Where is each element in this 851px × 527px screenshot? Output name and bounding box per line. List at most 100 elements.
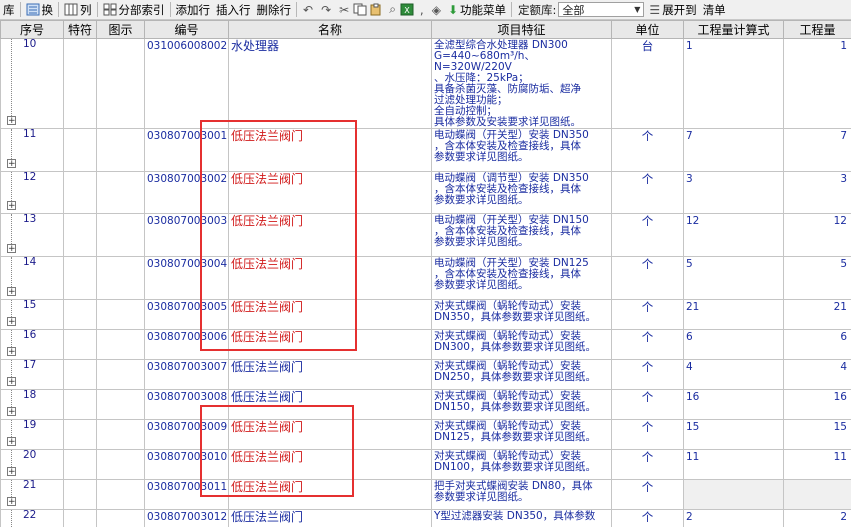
cell-unit[interactable]: 个 (611, 479, 684, 510)
cell-quantity[interactable]: 11 (783, 449, 851, 480)
cut-icon[interactable]: ✂ (335, 3, 353, 17)
insert-row-button[interactable]: 插入行 (213, 0, 254, 19)
cell-features[interactable]: 对夹式蝶阀（蜗轮传动式）安装 DN125，具体参数要求详见图纸。 (431, 419, 612, 450)
cell-code[interactable]: 030807003001 (144, 128, 229, 172)
col-name[interactable]: 名称 (228, 20, 432, 39)
add-row-button[interactable]: 添加行 (173, 0, 214, 19)
cell-unit[interactable]: 个 (611, 256, 684, 300)
cell-expression[interactable]: 1 (683, 38, 784, 129)
cell-name[interactable]: 低压法兰阀门 (228, 479, 432, 510)
cell-unit[interactable]: 个 (611, 449, 684, 480)
cell-unit[interactable]: 个 (611, 389, 684, 420)
cell-expression[interactable] (683, 479, 784, 510)
cell-seq[interactable]: +19 (0, 419, 64, 450)
cell-special[interactable] (63, 419, 97, 450)
cell-special[interactable] (63, 256, 97, 300)
table-row[interactable]: +14 030807003004 低压法兰阀门 电动蝶阀（开关型）安装 DN125 ，含… (0, 256, 851, 300)
col-unit[interactable]: 单位 (611, 20, 684, 39)
expand-row-icon[interactable]: + (7, 377, 16, 387)
expand-to-button[interactable]: ☰ 展开到 (644, 0, 699, 19)
cell-diagram[interactable] (96, 171, 145, 214)
expand-row-icon[interactable]: + (7, 159, 16, 169)
cell-special[interactable] (63, 128, 97, 172)
cell-code[interactable]: 030807003002 (144, 171, 229, 214)
cell-name[interactable]: 低压法兰阀门 (228, 449, 432, 480)
cell-features[interactable]: 把手对夹式蝶阀安装 DN80，具体 参数要求详见图纸。 (431, 479, 612, 510)
expand-row-icon[interactable]: + (7, 201, 16, 211)
col-code[interactable]: 编号 (144, 20, 229, 39)
cell-seq[interactable]: +21 (0, 479, 64, 510)
cell-unit[interactable]: 个 (611, 329, 684, 360)
cell-expression[interactable]: 16 (683, 389, 784, 420)
fill-color-icon[interactable]: ◈ (428, 3, 445, 17)
cell-name[interactable]: 低压法兰阀门 (228, 389, 432, 420)
redo-icon[interactable]: ↷ (317, 3, 335, 17)
cell-diagram[interactable] (96, 359, 145, 390)
cell-diagram[interactable] (96, 419, 145, 450)
table-row[interactable]: +18 030807003008 低压法兰阀门 对夹式蝶阀（蜗轮传动式）安装 DN150… (0, 389, 851, 420)
col-seq[interactable]: 序号 (0, 20, 64, 39)
cell-special[interactable] (63, 389, 97, 420)
cell-expression[interactable]: 2 (683, 509, 784, 527)
cell-seq[interactable]: +13 (0, 213, 64, 257)
col-special[interactable]: 特符 (63, 20, 97, 39)
cell-diagram[interactable] (96, 389, 145, 420)
cell-diagram[interactable] (96, 128, 145, 172)
cell-features[interactable]: 电动蝶阀（调节型）安装 DN350 ，含本体安装及检查接线，具体 参数要求详见图纸。 (431, 171, 612, 214)
cell-special[interactable] (63, 479, 97, 510)
cell-special[interactable] (63, 213, 97, 257)
cell-expression[interactable]: 21 (683, 299, 784, 330)
cell-quantity[interactable]: 21 (783, 299, 851, 330)
cell-unit[interactable]: 个 (611, 128, 684, 172)
table-row[interactable]: +16 030807003006 低压法兰阀门 对夹式蝶阀（蜗轮传动式）安装 DN300… (0, 329, 851, 360)
cell-code[interactable]: 030807003011 (144, 479, 229, 510)
cell-code[interactable]: 030807003004 (144, 256, 229, 300)
table-row[interactable]: +11 030807003001 低压法兰阀门 电动蝶阀（开关型）安装 DN350 ，含… (0, 128, 851, 172)
cell-seq[interactable]: +17 (0, 359, 64, 390)
table-row[interactable]: +15 030807003005 低压法兰阀门 对夹式蝶阀（蜗轮传动式）安装 DN350… (0, 299, 851, 330)
cell-features[interactable]: Y型过滤器安装 DN350，具体参数 (431, 509, 612, 527)
cell-code[interactable]: 030807003010 (144, 449, 229, 480)
cell-quantity[interactable]: 3 (783, 171, 851, 214)
cell-features[interactable]: 对夹式蝶阀（蜗轮传动式）安装 DN350，具体参数要求详见图纸。 (431, 299, 612, 330)
function-menu-button[interactable]: ⬇ 功能菜单 (445, 0, 509, 19)
cell-diagram[interactable] (96, 213, 145, 257)
cell-name[interactable]: 低压法兰阀门 (228, 299, 432, 330)
cell-code[interactable]: 030807003005 (144, 299, 229, 330)
cell-quantity[interactable]: 2 (783, 509, 851, 527)
cell-code[interactable]: 030807003009 (144, 419, 229, 450)
cell-code[interactable]: 031006008002 (144, 38, 229, 129)
table-row[interactable]: +19 030807003009 低压法兰阀门 对夹式蝶阀（蜗轮传动式）安装 DN125… (0, 419, 851, 450)
cell-name[interactable]: 低压法兰阀门 (228, 359, 432, 390)
cell-expression[interactable]: 15 (683, 419, 784, 450)
cell-seq[interactable]: +10 (0, 38, 64, 129)
comma-icon[interactable]: , (416, 3, 428, 17)
cell-diagram[interactable] (96, 449, 145, 480)
cell-diagram[interactable] (96, 509, 145, 527)
delete-row-button[interactable]: 删除行 (254, 0, 295, 19)
cell-seq[interactable]: +20 (0, 449, 64, 480)
cell-quantity[interactable]: 12 (783, 213, 851, 257)
cell-code[interactable]: 030807003012 (144, 509, 229, 527)
cell-expression[interactable]: 7 (683, 128, 784, 172)
cell-code[interactable]: 030807003006 (144, 329, 229, 360)
cell-quantity[interactable]: 4 (783, 359, 851, 390)
cell-expression[interactable]: 4 (683, 359, 784, 390)
cell-name[interactable]: 低压法兰阀门 (228, 329, 432, 360)
cell-special[interactable] (63, 449, 97, 480)
cell-code[interactable]: 030807003007 (144, 359, 229, 390)
cell-quantity[interactable]: 5 (783, 256, 851, 300)
cell-quantity[interactable]: 16 (783, 389, 851, 420)
expand-row-icon[interactable]: + (7, 467, 16, 477)
cell-seq[interactable]: +22 (0, 509, 64, 527)
swap-button[interactable]: 换 (23, 0, 57, 19)
cell-quantity[interactable]: 15 (783, 419, 851, 450)
col-diagram[interactable]: 图示 (96, 20, 145, 39)
cell-diagram[interactable] (96, 329, 145, 360)
table-row[interactable]: +17 030807003007 低压法兰阀门 对夹式蝶阀（蜗轮传动式）安装 DN250… (0, 359, 851, 390)
cell-unit[interactable]: 台 (611, 38, 684, 129)
expand-row-icon[interactable]: + (7, 244, 16, 254)
table-row[interactable]: +10 031006008002 水处理器 全滤型综合水处理器 DN300 G=440~… (0, 38, 851, 129)
table-row[interactable]: +13 030807003003 低压法兰阀门 电动蝶阀（开关型）安装 DN150 ，含… (0, 213, 851, 257)
clear-button[interactable]: 清单 (700, 0, 729, 19)
